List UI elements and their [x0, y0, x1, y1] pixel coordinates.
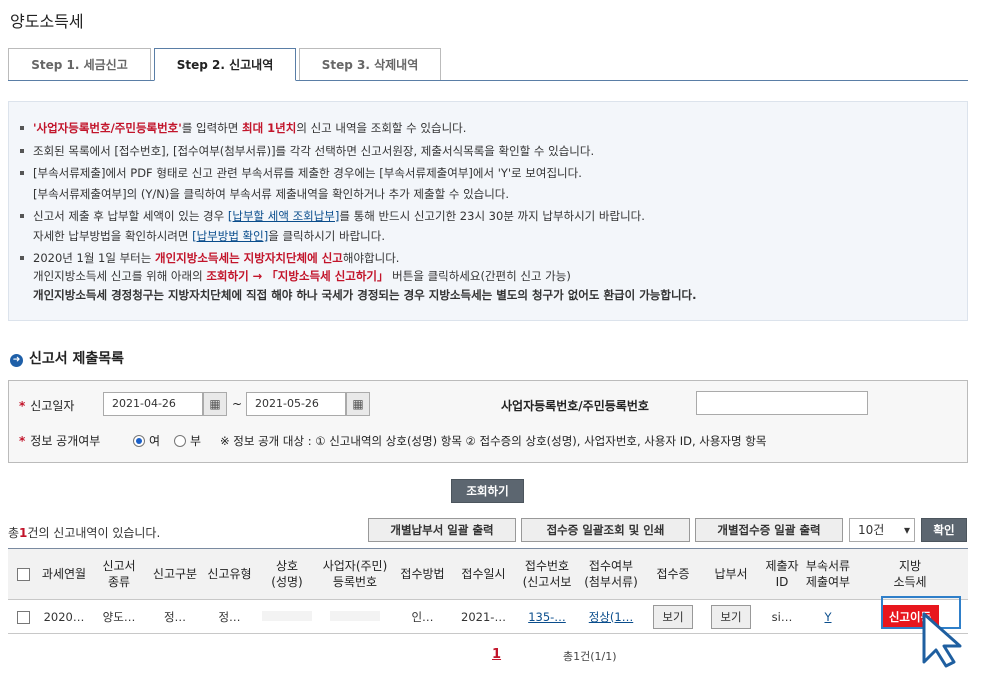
public-yes[interactable]: 여 — [133, 432, 160, 449]
col-header: 신고유형 — [201, 548, 258, 600]
header-checkbox[interactable] — [8, 548, 39, 600]
id-label: 사업자등록번호/주민등록번호 — [501, 399, 649, 413]
info-box: '사업자등록번호/주민등록번호'를 입력하면 최대 1년치의 신고 내역을 조회… — [8, 101, 968, 321]
print-receipt-button[interactable]: 개별접수증 일괄 출력 — [695, 518, 843, 542]
public-note: ※ 정보 공개 대상 : ① 신고내역의 상호(성명) 항목 ② 접수증의 상호… — [220, 434, 767, 448]
public-no[interactable]: 부 — [174, 432, 201, 449]
tab-step3[interactable]: Step 3. 삭제내역 — [299, 48, 441, 80]
col-header: 신고구분 — [149, 548, 201, 600]
col-header: 접수여부 (첨부서류) — [578, 548, 644, 600]
masked-regno — [316, 599, 394, 634]
radio-yes[interactable] — [133, 435, 145, 447]
info-line-2: 조회된 목록에서 [접수번호], [접수여부(첨부서류)]를 각각 선택하면 신… — [20, 141, 594, 161]
calendar-icon[interactable]: ▦ — [346, 392, 370, 416]
tab-step1[interactable]: Step 1. 세금신고 — [8, 48, 151, 80]
page-number[interactable]: 1 — [492, 647, 501, 662]
masked-name — [258, 599, 316, 634]
attachment-link[interactable]: Y — [824, 610, 831, 624]
view-payment-button[interactable]: 보기 — [711, 604, 751, 629]
arrow-circle-icon: ➜ — [10, 354, 23, 367]
col-header: 접수번호 (신고서보 — [516, 548, 578, 600]
payment-method-link[interactable]: [납부방법 확인] — [192, 229, 268, 243]
tab-step2[interactable]: Step 2. 신고내역 — [154, 48, 296, 81]
col-header: 납부서 — [702, 548, 760, 600]
id-input[interactable] — [696, 391, 868, 415]
view-receipt-button[interactable]: 보기 — [653, 604, 693, 629]
date-from-input[interactable]: 2021-04-26 — [103, 392, 203, 416]
col-header: 부속서류 제출여부 — [804, 548, 852, 600]
calendar-icon[interactable]: ▦ — [203, 392, 227, 416]
page-summary: 총1건(1/1) — [563, 650, 617, 663]
col-header: 접수증 — [644, 548, 702, 600]
info-line-3b: [부속서류제출여부]의 (Y/N)을 클릭하여 부속서류 제출내역을 확인하거나… — [33, 187, 510, 201]
search-button[interactable]: 조회하기 — [451, 479, 524, 503]
col-header: 접수일시 — [451, 548, 516, 600]
col-header: 접수방법 — [394, 548, 451, 600]
info-line-3: [부속서류제출]에서 PDF 형태로 신고 관련 부속서류를 제출한 경우에는 … — [20, 163, 582, 183]
result-count: 총1건의 신고내역이 있습니다. — [8, 526, 161, 540]
col-header: 과세연월 — [39, 548, 89, 600]
info-line-1: '사업자등록번호/주민등록번호'를 입력하면 최대 1년치의 신고 내역을 조회… — [20, 118, 466, 138]
info-line-5b: 개인지방소득세 신고를 위해 아래의 조회하기 → 「지방소득세 신고하기」 버… — [33, 269, 571, 283]
row-checkbox[interactable] — [17, 610, 30, 624]
table-row: 2020… 양도… 정… 정… 인… 2021-… 135-… 정상(1… 보기… — [8, 599, 968, 634]
payment-inquiry-link[interactable]: [납부할 세액 조회납부] — [228, 209, 340, 223]
chevron-down-icon: ▾ — [903, 523, 910, 537]
info-line-4: 신고서 제출 후 납부할 세액이 있는 경우 [납부할 세액 조회납부]를 통해… — [20, 206, 645, 226]
info-line-5: 2020년 1월 1일 부터는 개인지방소득세는 지방자치단체에 신고해야합니다… — [20, 248, 399, 268]
receipt-button[interactable]: 접수증 일괄조회 및 인쇄 — [521, 518, 690, 542]
search-panel: * 신고일자 2021-04-26 ▦ ~ 2021-05-26 ▦ 사업자등록번… — [8, 380, 968, 463]
date-to-input[interactable]: 2021-05-26 — [246, 392, 346, 416]
status-link[interactable]: 정상(1… — [589, 610, 633, 624]
col-header: 상호 (성명) — [258, 548, 316, 600]
print-payment-button[interactable]: 개별납부서 일괄 출력 — [368, 518, 516, 542]
public-label: * 정보 공개여부 — [19, 434, 101, 448]
section-title: ➜ 신고서 제출목록 — [10, 348, 124, 368]
info-line-5c: 개인지방소득세 경정청구는 지방자치단체에 직접 해야 하나 국세가 경정되는 … — [33, 288, 697, 302]
mouse-cursor-icon — [922, 612, 962, 668]
tab-bar: Step 1. 세금신고 Step 2. 신고내역 Step 3. 삭제내역 — [8, 48, 968, 81]
receipt-number-link[interactable]: 135-… — [528, 610, 566, 624]
results-table: 과세연월 신고서 종류 신고구분 신고유형 상호 (성명) 사업자(주민) 등록… — [8, 548, 968, 634]
page-title: 양도소득세 — [10, 12, 84, 31]
date-label: * 신고일자 — [19, 399, 75, 413]
col-header: 사업자(주민) 등록번호 — [316, 548, 394, 600]
col-header: 제출자 ID — [760, 548, 804, 600]
page-size-select[interactable]: 10건 ▾ — [849, 518, 915, 542]
confirm-button[interactable]: 확인 — [921, 518, 967, 542]
radio-no[interactable] — [174, 435, 186, 447]
col-header: 지방 소득세 — [852, 548, 968, 600]
info-line-4b: 자세한 납부방법을 확인하시려면 [납부방법 확인]을 클릭하시기 바랍니다. — [33, 229, 385, 243]
col-header: 신고서 종류 — [89, 548, 149, 600]
date-separator: ~ — [232, 397, 243, 411]
